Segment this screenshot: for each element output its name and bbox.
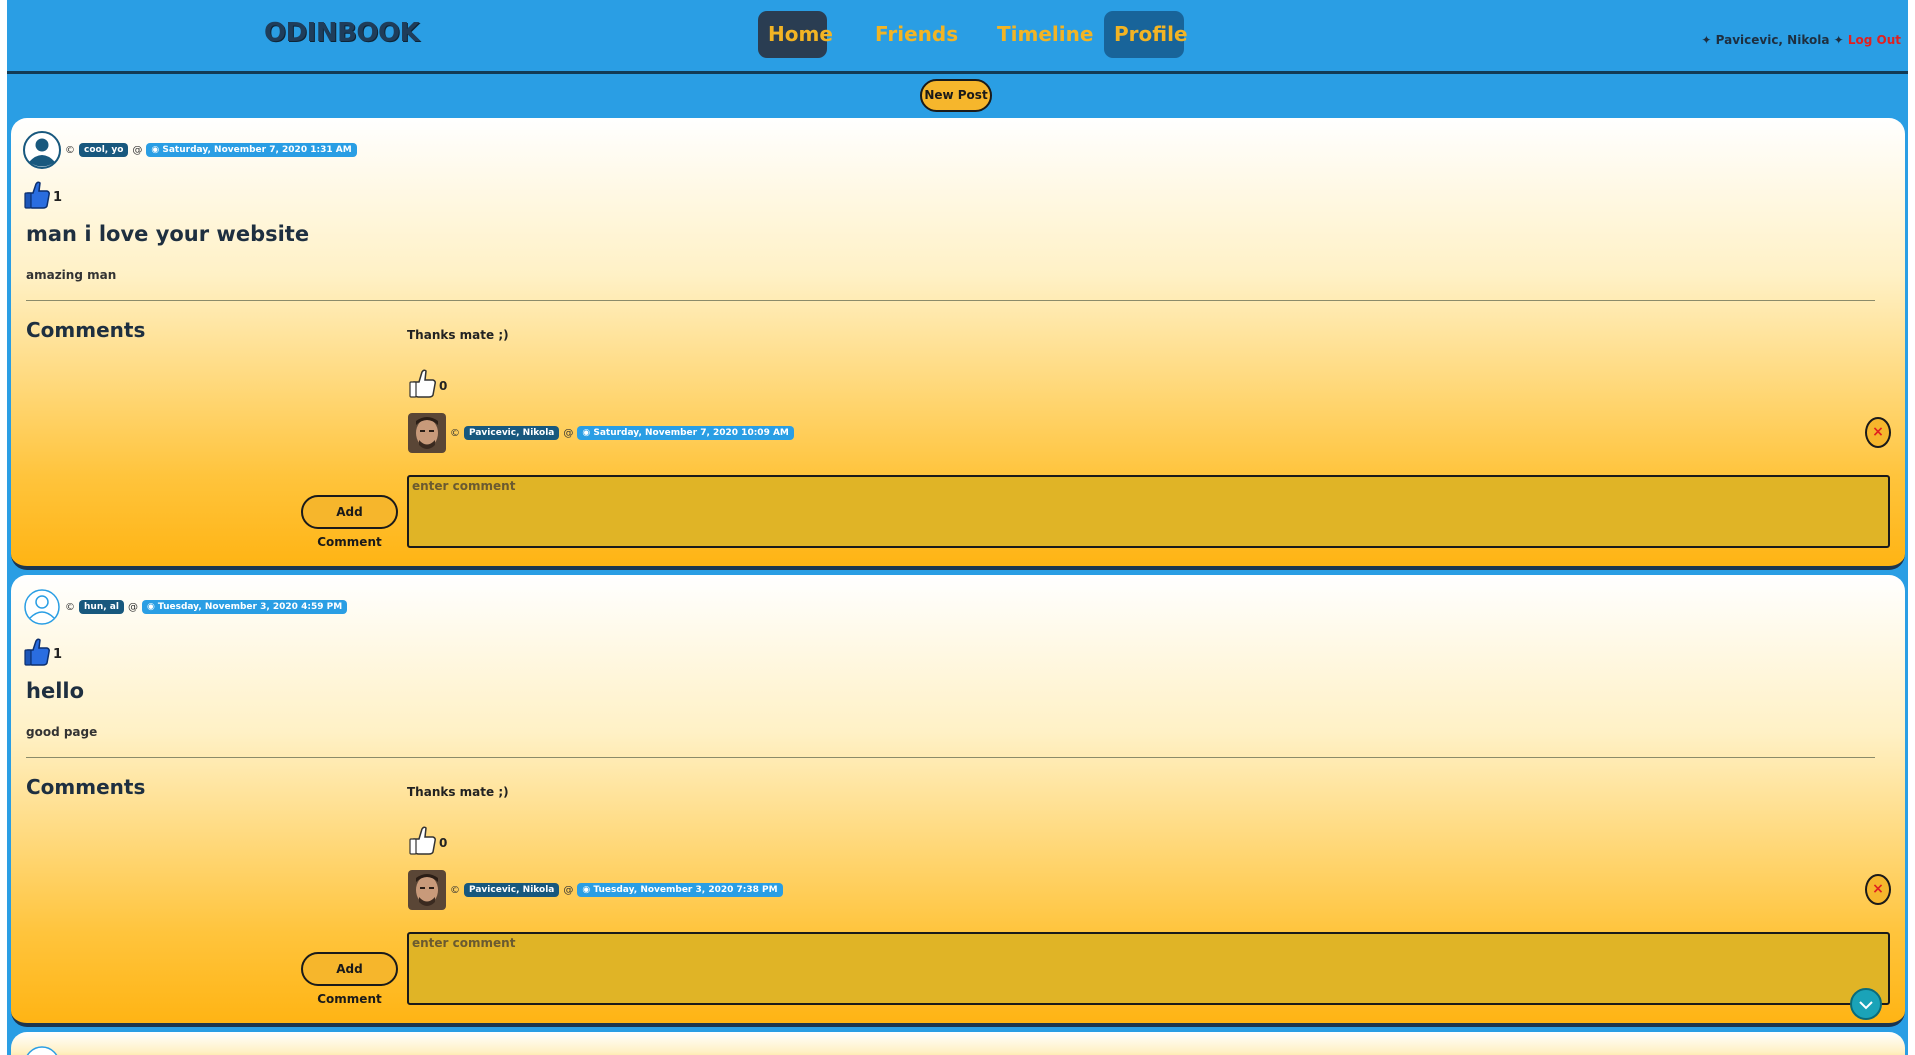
post-body: good page <box>26 725 98 739</box>
app-frame: ODINBOOK Home Friends Timeline Profile ✦… <box>7 0 1908 1055</box>
nav-friends[interactable]: Friends <box>865 11 968 58</box>
nav-profile[interactable]: Profile <box>1104 11 1188 58</box>
user-avatar-icon[interactable] <box>23 588 61 626</box>
at-separator: @ <box>563 884 574 896</box>
post-date: ◉ Saturday, November 7, 2020 1:31 AM <box>146 143 357 157</box>
comment-author[interactable]: Pavicevic, Nikola <box>464 883 560 897</box>
thumbs-up-outline-icon[interactable] <box>408 368 438 403</box>
post-body: amazing man <box>26 268 117 282</box>
new-post-button[interactable]: New Post <box>920 79 992 112</box>
user-area: ✦ Pavicevic, Nikola ✦ Log Out <box>1701 33 1901 47</box>
copyright-icon: © <box>450 427 460 439</box>
comment-text: Thanks mate ;) <box>407 328 509 342</box>
copyright-icon: © <box>65 601 75 613</box>
scroll-down-button[interactable] <box>1850 988 1882 1020</box>
top-navbar: ODINBOOK Home Friends Timeline Profile ✦… <box>7 0 1908 74</box>
post-author[interactable]: cool, yo <box>79 143 129 157</box>
post-title: man i love your website <box>26 222 310 246</box>
nav-home[interactable]: Home <box>758 11 833 58</box>
comment-author[interactable]: Pavicevic, Nikola <box>464 426 560 440</box>
copyright-icon: © <box>65 144 75 156</box>
comment-input[interactable] <box>407 932 1890 1005</box>
delete-comment-button[interactable]: × <box>1865 417 1891 448</box>
thumbs-up-filled-icon[interactable] <box>23 637 51 671</box>
post-like-count: 1 <box>53 646 63 662</box>
post-header <box>23 1044 61 1055</box>
chevron-down-icon <box>1858 995 1874 1014</box>
comment-like-row: 0 <box>408 825 447 860</box>
user-suffix: ✦ <box>1829 33 1848 47</box>
comment-like-count: 0 <box>439 835 448 850</box>
comment-meta: © Pavicevic, Nikola @ ◉ Saturday, Novemb… <box>408 413 794 453</box>
at-separator: @ <box>563 427 574 439</box>
post-header: © cool, yo @ ◉ Saturday, November 7, 202… <box>23 130 357 170</box>
post-author[interactable]: hun, al <box>79 600 124 614</box>
post-like-count: 1 <box>53 189 63 205</box>
user-avatar-icon[interactable] <box>23 1045 61 1055</box>
copyright-icon: © <box>450 884 460 896</box>
thumbs-up-filled-icon[interactable] <box>23 180 51 214</box>
at-separator: @ <box>132 144 143 156</box>
user-prefix: ✦ <box>1701 33 1716 47</box>
post-divider <box>26 300 1875 301</box>
post-card: © cool, yo @ ◉ Saturday, November 7, 202… <box>11 118 1905 570</box>
post-card <box>11 1032 1905 1055</box>
new-post-bar: New Post <box>7 77 1908 117</box>
post-like-row: 1 <box>23 637 62 671</box>
at-separator: @ <box>127 601 138 613</box>
thumbs-up-outline-icon[interactable] <box>408 825 438 860</box>
post-title: hello <box>26 679 85 703</box>
comment-like-row: 0 <box>408 368 447 403</box>
current-user-name[interactable]: Pavicevic, Nikola <box>1716 33 1830 47</box>
comment-like-count: 0 <box>439 378 448 393</box>
comments-heading: Comments <box>26 775 146 799</box>
post-divider <box>26 757 1875 758</box>
post-date: ◉ Tuesday, November 3, 2020 4:59 PM <box>141 600 348 614</box>
brand-logo[interactable]: ODINBOOK <box>264 18 420 48</box>
comment-input[interactable] <box>407 475 1890 548</box>
comment-date: ◉ Saturday, November 7, 2020 10:09 AM <box>577 426 794 440</box>
comment-meta: © Pavicevic, Nikola @ ◉ Tuesday, Novembe… <box>408 870 783 910</box>
post-like-row: 1 <box>23 180 62 214</box>
comment-author-avatar[interactable] <box>408 413 446 453</box>
delete-comment-button[interactable]: × <box>1865 874 1891 905</box>
add-comment-button[interactable]: Add Comment <box>301 952 398 1006</box>
logout-link[interactable]: Log Out <box>1848 33 1901 47</box>
nav-timeline[interactable]: Timeline <box>987 11 1103 58</box>
user-avatar-icon[interactable] <box>23 131 61 169</box>
comment-text: Thanks mate ;) <box>407 785 509 799</box>
post-header: © hun, al @ ◉ Tuesday, November 3, 2020 … <box>23 587 348 627</box>
comments-heading: Comments <box>26 318 146 342</box>
comment-author-avatar[interactable] <box>408 870 446 910</box>
post-card: © hun, al @ ◉ Tuesday, November 3, 2020 … <box>11 575 1905 1027</box>
comment-date: ◉ Tuesday, November 3, 2020 7:38 PM <box>577 883 783 897</box>
add-comment-button[interactable]: Add Comment <box>301 495 398 549</box>
